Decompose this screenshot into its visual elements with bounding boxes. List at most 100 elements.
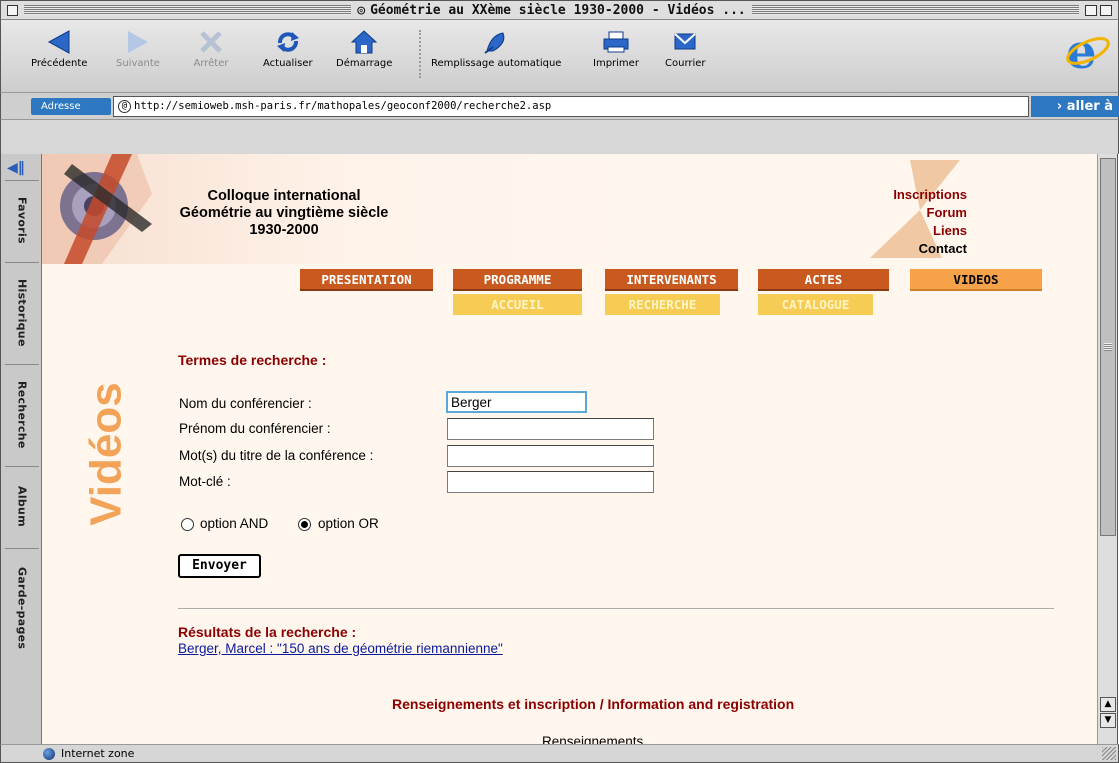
scrollbar-thumb[interactable] — [1100, 158, 1116, 536]
refresh-label: Actualiser — [263, 58, 313, 69]
colloquium-logo — [42, 154, 152, 264]
print-label: Imprimer — [593, 58, 639, 69]
link-inscriptions[interactable]: Inscriptions — [893, 186, 967, 204]
nav-actes[interactable]: ACTES — [758, 269, 889, 291]
back-label: Précédente — [31, 58, 88, 69]
sidebar-tab-historique[interactable]: Historique — [5, 262, 39, 362]
last-name-label: Nom du conférencier : — [179, 396, 312, 411]
printer-icon — [596, 26, 636, 58]
explorer-bar-toggle-icon[interactable]: ◀‖ — [7, 160, 25, 176]
option-and-label: option AND — [200, 516, 269, 531]
divider — [178, 608, 1054, 610]
collapse-box[interactable] — [1100, 4, 1113, 16]
scroll-down-arrow-icon[interactable]: ▼ — [1100, 713, 1116, 728]
subnav-recherche[interactable]: RECHERCHE — [605, 294, 720, 315]
scroll-up-arrow-icon[interactable]: ▲ — [1100, 697, 1116, 712]
title-bar-stripes-left — [24, 5, 352, 15]
home-button[interactable]: Démarrage — [336, 26, 392, 69]
refresh-button[interactable]: Actualiser — [263, 26, 313, 69]
link-forum[interactable]: Forum — [893, 204, 967, 222]
internet-explorer-logo: e — [1064, 24, 1112, 80]
autofill-pen-icon — [476, 26, 516, 58]
keyword-label: Mot-clé : — [179, 474, 231, 489]
subnav-accueil[interactable]: ACCUEIL — [453, 294, 582, 315]
home-icon — [344, 26, 384, 58]
conference-title-line1: Colloque international — [207, 188, 361, 204]
status-zone: Internet zone — [61, 747, 135, 760]
window-title: ◎ Géométrie au XXème siècle 1930-2000 - … — [357, 3, 746, 18]
submit-button[interactable]: Envoyer — [178, 554, 261, 578]
window-title-bar[interactable]: ◎ Géométrie au XXème siècle 1930-2000 - … — [0, 0, 1119, 20]
section-heading-vertical: Vidéos — [82, 374, 132, 534]
results-heading: Résultats de la recherche : — [178, 624, 357, 640]
address-input[interactable]: @ http://semioweb.msh-paris.fr/mathopale… — [113, 96, 1029, 117]
title-words-input[interactable] — [447, 445, 654, 467]
first-name-input[interactable] — [447, 418, 654, 440]
explorer-bar: ◀‖ Favoris Historique Recherche Album Ga… — [0, 154, 42, 744]
link-contact[interactable]: Contact — [893, 240, 967, 258]
autofill-label: Remplissage automatique — [431, 58, 562, 69]
footer-text-cut: Renseignements — [542, 734, 644, 744]
page-icon: ◎ — [357, 2, 366, 18]
option-or-radio[interactable] — [298, 518, 311, 531]
header-links: Inscriptions Forum Liens Contact — [893, 186, 967, 258]
sidebar-tab-label: Favoris — [15, 197, 29, 244]
home-label: Démarrage — [336, 58, 393, 69]
forward-button[interactable]: Suivante — [116, 26, 160, 69]
search-terms-heading: Termes de recherche : — [178, 352, 327, 368]
forward-arrow-icon — [118, 26, 158, 58]
stop-x-icon — [191, 26, 231, 58]
sidebar-tab-garde-pages[interactable]: Garde-pages — [5, 548, 39, 668]
back-arrow-icon — [39, 26, 79, 58]
forward-label: Suivante — [116, 58, 160, 69]
mail-label: Courrier — [665, 58, 706, 69]
close-box[interactable] — [7, 4, 18, 16]
mail-envelope-icon — [665, 26, 705, 58]
go-label: aller à — [1066, 99, 1113, 114]
registration-heading: Renseignements et inscription / Informat… — [392, 696, 795, 712]
nav-videos[interactable]: VIDEOS — [910, 269, 1042, 291]
address-url: http://semioweb.msh-paris.fr/mathopales/… — [134, 100, 552, 112]
zoom-box[interactable] — [1085, 4, 1098, 16]
refresh-icon — [268, 26, 308, 58]
browser-toolbar: Précédente Suivante Arrêter Actualiser D… — [0, 20, 1119, 93]
go-button[interactable]: › aller à — [1031, 96, 1119, 117]
stop-button[interactable]: Arrêter — [191, 26, 231, 69]
conference-title-line3: 1930-2000 — [249, 222, 319, 238]
keyword-input[interactable] — [447, 471, 654, 493]
option-or-label: option OR — [318, 516, 379, 531]
address-bar: Adresse @ http://semioweb.msh-paris.fr/m… — [0, 93, 1119, 120]
print-button[interactable]: Imprimer — [593, 26, 639, 69]
subnav-catalogue[interactable]: CATALOGUE — [758, 294, 873, 315]
mail-button[interactable]: Courrier — [665, 26, 706, 69]
vertical-scrollbar[interactable]: ▲ ▼ — [1097, 154, 1118, 744]
nav-intervenants[interactable]: INTERVENANTS — [605, 269, 738, 291]
globe-icon — [43, 748, 55, 760]
conference-title-line2: Géométrie au vingtième siècle — [179, 205, 389, 221]
option-and-radio[interactable] — [181, 518, 194, 531]
title-bar-stripes-right — [751, 5, 1080, 15]
resize-grip-icon[interactable] — [1102, 747, 1116, 760]
sidebar-tab-album[interactable]: Album — [5, 466, 39, 546]
toolbar-separator — [419, 30, 421, 78]
link-liens[interactable]: Liens — [893, 222, 967, 240]
status-bar: Internet zone — [0, 744, 1119, 763]
conference-title: Colloque international Géométrie au ving… — [164, 188, 404, 239]
first-name-label: Prénom du conférencier : — [179, 421, 331, 436]
title-words-label: Mot(s) du titre de la conférence : — [179, 448, 374, 463]
toolbar-gap-strip — [0, 120, 1119, 154]
window-title-text: Géométrie au XXème siècle 1930-2000 - Vi… — [370, 2, 746, 18]
url-at-icon: @ — [118, 100, 131, 113]
nav-presentation[interactable]: PRESENTATION — [300, 269, 433, 291]
header-banner: Colloque international Géométrie au ving… — [42, 154, 1097, 264]
result-link[interactable]: Berger, Marcel : "150 ans de géométrie r… — [178, 641, 503, 656]
nav-programme[interactable]: PROGRAMME — [453, 269, 582, 291]
autofill-button[interactable]: Remplissage automatique — [431, 26, 561, 69]
sidebar-tab-favoris[interactable]: Favoris — [5, 180, 39, 260]
sidebar-tab-label: Garde-pages — [15, 567, 29, 650]
back-button[interactable]: Précédente — [31, 26, 87, 69]
sidebar-tab-label: Historique — [15, 278, 29, 347]
last-name-input[interactable]: Berger — [446, 391, 587, 413]
section-heading-text: Vidéos — [82, 382, 132, 526]
sidebar-tab-recherche[interactable]: Recherche — [5, 364, 39, 464]
